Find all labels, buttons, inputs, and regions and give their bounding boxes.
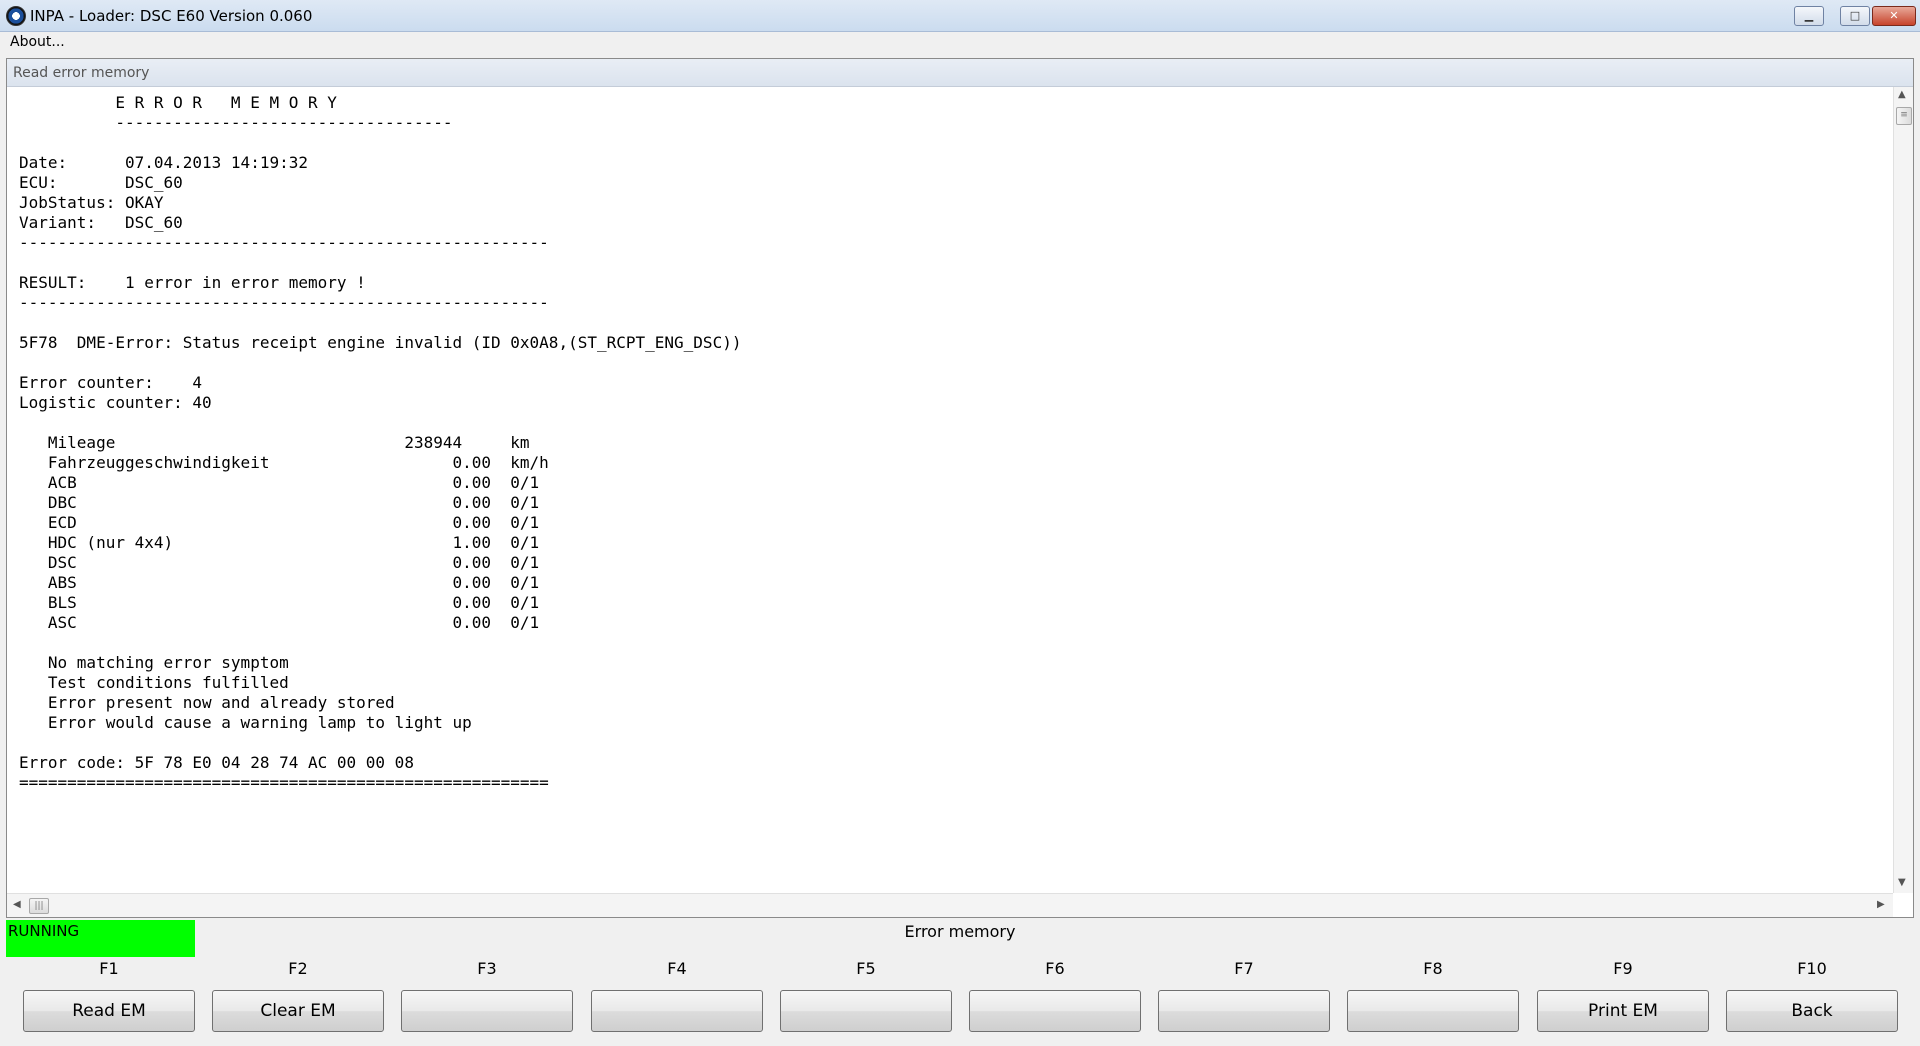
output-line: JobStatus: OKAY — [19, 193, 164, 212]
output-line: Fahrzeuggeschwindigkeit 0.00 km/h — [19, 453, 549, 472]
status-badge: RUNNING — [6, 920, 195, 957]
title-bar: INPA - Loader: DSC E60 Version 0.060 ▁ □… — [0, 0, 1920, 32]
output-line: Date: 07.04.2013 14:19:32 — [19, 153, 308, 172]
panel-header-label: Read error memory — [13, 65, 150, 81]
function-key-label-f4: F4 — [667, 959, 687, 978]
bmw-logo-icon[interactable] — [6, 6, 26, 26]
function-key-label-f1: F1 — [99, 959, 119, 978]
output-line: RESULT: 1 error in error memory ! — [19, 273, 366, 292]
output-line: Error counter: 4 — [19, 373, 203, 392]
output-line: ACB 0.00 0/1 — [19, 473, 540, 492]
scroll-down-arrow-icon[interactable]: ▼ — [1898, 877, 1906, 888]
output-line: Error would cause a warning lamp to ligh… — [19, 713, 472, 732]
function-key-label-f8: F8 — [1423, 959, 1443, 978]
function-button-f6[interactable] — [969, 990, 1141, 1032]
function-key-label-f10: F10 — [1797, 959, 1827, 978]
function-button-f5[interactable] — [780, 990, 952, 1032]
minimize-button[interactable]: ▁ — [1794, 6, 1824, 26]
output-line: ECD 0.00 0/1 — [19, 513, 540, 532]
function-key-label-f2: F2 — [288, 959, 308, 978]
output-line: ABS 0.00 0/1 — [19, 573, 540, 592]
function-button-f7[interactable] — [1158, 990, 1330, 1032]
close-button[interactable]: ✕ — [1872, 6, 1916, 26]
function-button-f1[interactable]: Read EM — [23, 990, 195, 1032]
output-line: ----------------------------------------… — [19, 233, 549, 252]
output-line: ========================================… — [19, 773, 549, 792]
output-line: Test conditions fulfilled — [19, 673, 289, 692]
output-line: ----------------------------------- — [19, 113, 453, 132]
vertical-scrollbar[interactable]: ▲ ≡ ▼ — [1893, 87, 1913, 893]
output-line: 5F78 DME-Error: Status receipt engine in… — [19, 333, 742, 352]
output-line: ECU: DSC_60 — [19, 173, 183, 192]
scroll-left-arrow-icon[interactable]: ◀ — [13, 899, 21, 910]
function-key-label-f7: F7 — [1234, 959, 1254, 978]
function-button-f4[interactable] — [591, 990, 763, 1032]
horizontal-scrollbar[interactable]: ◀ ||| ▶ — [7, 893, 1893, 917]
output-line: Mileage 238944 km — [19, 433, 530, 452]
function-button-f9[interactable]: Print EM — [1537, 990, 1709, 1032]
scroll-up-arrow-icon[interactable]: ▲ — [1898, 89, 1906, 100]
vertical-scroll-thumb[interactable]: ≡ — [1896, 107, 1912, 125]
output-line: Error code: 5F 78 E0 04 28 74 AC 00 00 0… — [19, 753, 414, 772]
output-line: DSC 0.00 0/1 — [19, 553, 540, 572]
function-key-label-f3: F3 — [477, 959, 497, 978]
menu-item-about[interactable]: About... — [10, 34, 65, 50]
menu-bar: About... — [0, 32, 1920, 54]
function-button-f10[interactable]: Back — [1726, 990, 1898, 1032]
horizontal-scroll-thumb[interactable]: ||| — [29, 898, 49, 914]
status-title: Error memory — [904, 922, 1016, 941]
maximize-button[interactable]: □ — [1840, 6, 1870, 26]
output-line: Variant: DSC_60 — [19, 213, 183, 232]
function-button-f8[interactable] — [1347, 990, 1519, 1032]
output-area: E R R O R M E M O R Y ------------------… — [7, 87, 1893, 893]
output-panel: Read error memory E R R O R M E M O R Y … — [6, 58, 1914, 918]
function-key-label-f6: F6 — [1045, 959, 1065, 978]
window-title: INPA - Loader: DSC E60 Version 0.060 — [30, 7, 313, 25]
output-line: ----------------------------------------… — [19, 293, 549, 312]
function-button-f2[interactable]: Clear EM — [212, 990, 384, 1032]
function-key-label-f5: F5 — [856, 959, 876, 978]
output-line: Error present now and already stored — [19, 693, 395, 712]
output-line: BLS 0.00 0/1 — [19, 593, 540, 612]
output-line: No matching error symptom — [19, 653, 289, 672]
output-line: HDC (nur 4x4) 1.00 0/1 — [19, 533, 540, 552]
output-line: DBC 0.00 0/1 — [19, 493, 540, 512]
output-line: Logistic counter: 40 — [19, 393, 212, 412]
function-button-f3[interactable] — [401, 990, 573, 1032]
output-line: E R R O R M E M O R Y — [19, 93, 337, 112]
panel-header: Read error memory — [7, 59, 1913, 87]
scroll-right-arrow-icon[interactable]: ▶ — [1877, 899, 1885, 910]
output-text: E R R O R M E M O R Y ------------------… — [19, 93, 741, 793]
output-line: ASC 0.00 0/1 — [19, 613, 540, 632]
function-key-label-f9: F9 — [1613, 959, 1633, 978]
